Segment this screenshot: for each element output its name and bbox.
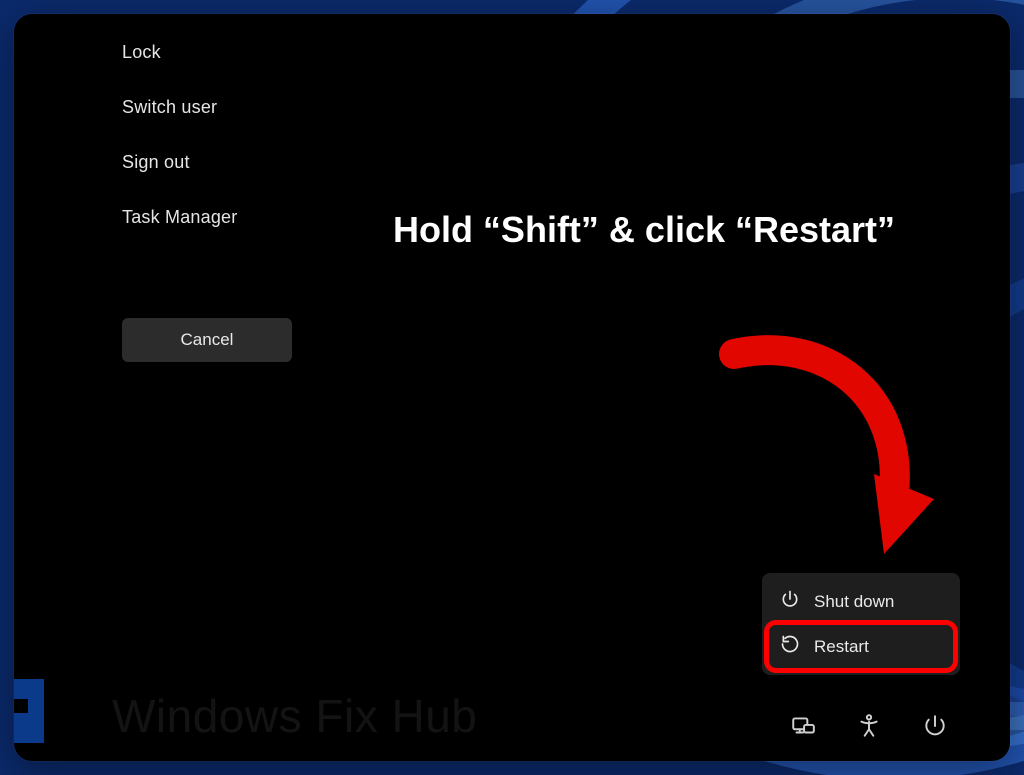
security-options-menu: Lock Switch user Sign out Task Manager C… [122, 42, 292, 362]
ctrl-alt-del-screen: Lock Switch user Sign out Task Manager C… [14, 14, 1010, 761]
menu-item-task-manager[interactable]: Task Manager [122, 207, 292, 228]
instruction-overlay: Hold “Shift” & click “Restart” [364, 206, 924, 255]
power-menu-popup: Shut down Restart [762, 573, 960, 675]
watermark-text: Windows Fix Hub [112, 689, 477, 743]
watermark-logo-notch [14, 699, 28, 713]
menu-item-switch-user[interactable]: Switch user [122, 97, 292, 118]
menu-item-lock[interactable]: Lock [122, 42, 292, 63]
power-menu-restart[interactable]: Restart [768, 624, 954, 669]
power-menu-shutdown[interactable]: Shut down [768, 579, 954, 624]
annotation-arrow [674, 324, 934, 584]
power-icon [780, 589, 800, 614]
cancel-button[interactable]: Cancel [122, 318, 292, 362]
menu-item-sign-out[interactable]: Sign out [122, 152, 292, 173]
corner-tray [788, 711, 950, 741]
restart-icon [780, 634, 800, 659]
power-menu-restart-label: Restart [814, 637, 869, 657]
network-icon[interactable] [788, 711, 818, 741]
power-menu-shutdown-label: Shut down [814, 592, 894, 612]
accessibility-icon[interactable] [854, 711, 884, 741]
power-button-icon[interactable] [920, 711, 950, 741]
